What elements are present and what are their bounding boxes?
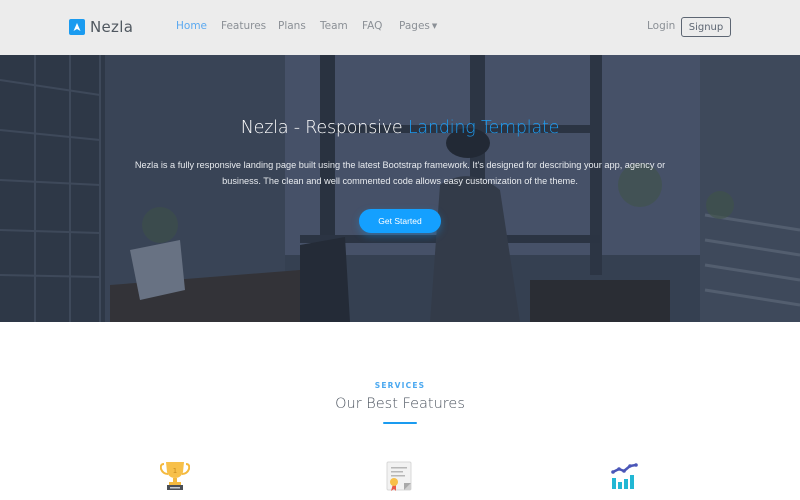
- nav-link-features[interactable]: Features: [221, 20, 266, 32]
- services-title: Our Best Features: [335, 396, 465, 412]
- nav-link-team[interactable]: Team: [320, 20, 348, 32]
- hero-title: Nezla - Responsive Landing Template: [0, 118, 800, 138]
- nav-link-faq[interactable]: FAQ: [362, 20, 382, 32]
- signup-button[interactable]: Signup: [681, 17, 731, 37]
- services-eyebrow: SERVICES: [374, 381, 426, 390]
- login-link[interactable]: Login: [647, 20, 675, 32]
- title-underline-divider: [383, 422, 417, 424]
- nav-link-pages-dropdown[interactable]: Pages ▼: [399, 20, 437, 32]
- navigation-arrow-icon: [69, 19, 85, 35]
- analytics-chart-icon: [610, 460, 640, 492]
- hero-title-accent: Landing Template: [407, 118, 560, 138]
- get-started-button[interactable]: Get Started: [359, 209, 441, 233]
- nav-link-plans[interactable]: Plans: [278, 20, 306, 32]
- caret-down-icon: ▼: [431, 22, 438, 30]
- hero-title-main: Nezla - Responsive: [240, 118, 408, 138]
- navbar: Nezla Home Features Plans Team FAQ Pages…: [0, 0, 800, 55]
- certificate-icon: [385, 460, 415, 492]
- brand-logo-link[interactable]: Nezla: [69, 18, 133, 36]
- brand-name: Nezla: [90, 18, 134, 36]
- svg-text:1: 1: [173, 467, 177, 475]
- hero-section: Nezla - Responsive Landing Template Nezl…: [0, 55, 800, 322]
- trophy-icon: 1: [159, 460, 191, 492]
- nav-link-home[interactable]: Home: [176, 20, 207, 32]
- nav-link-pages-label: Pages: [399, 20, 430, 32]
- hero-description: Nezla is a fully responsive landing page…: [134, 160, 666, 186]
